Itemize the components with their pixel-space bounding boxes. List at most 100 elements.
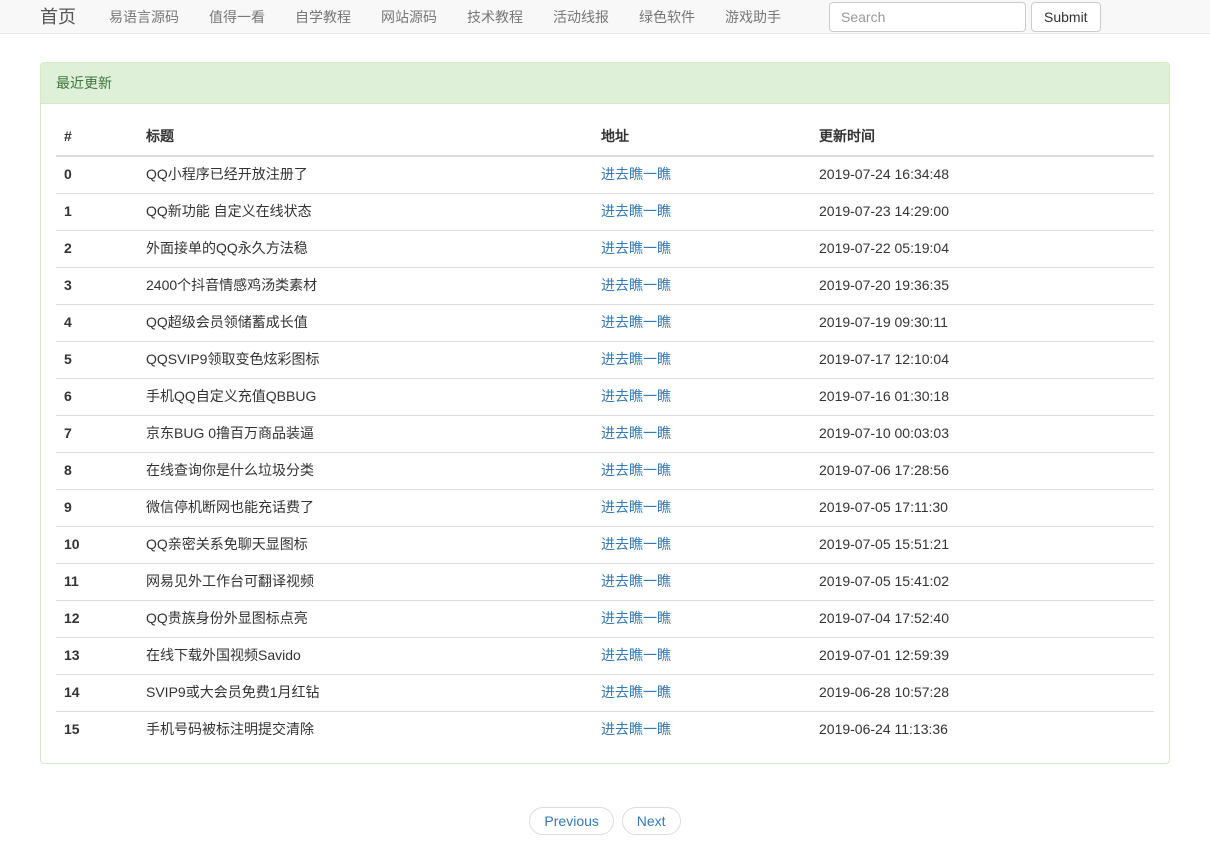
nav-item: 值得一看 (194, 0, 280, 34)
row-update-time: 2019-07-05 15:41:02 (811, 563, 1154, 600)
nav-link[interactable]: 活动线报 (538, 0, 624, 34)
table-row: 12QQ贵族身份外显图标点亮进去瞧一瞧 2019-07-04 17:52:40 (56, 600, 1154, 637)
table-row: 5QQSVIP9领取变色炫彩图标进去瞧一瞧 2019-07-17 12:10:04 (56, 341, 1154, 378)
row-link[interactable]: 进去瞧一瞧 (601, 314, 671, 330)
navbar-search-form: Submit (829, 2, 1101, 32)
row-title: QQ贵族身份外显图标点亮 (138, 600, 593, 637)
row-update-time: 2019-06-28 10:57:28 (811, 674, 1154, 711)
table-row: 7京东BUG 0撸百万商品装逼进去瞧一瞧2019-07-10 00:03:03 (56, 415, 1154, 452)
navbar: 首页 易语言源码值得一看自学教程网站源码技术教程活动线报绿色软件游戏助手 Sub… (0, 0, 1210, 34)
header-address: 地址 (593, 119, 811, 156)
row-link-cell: 进去瞧一瞧 (593, 526, 811, 563)
row-update-time: 2019-07-05 17:11:30 (811, 489, 1154, 526)
row-title: 手机QQ自定义充值QBBUG (138, 378, 593, 415)
row-link[interactable]: 进去瞧一瞧 (601, 721, 671, 737)
table-row: 6手机QQ自定义充值QBBUG进去瞧一瞧2019-07-16 01:30:18 (56, 378, 1154, 415)
row-index: 3 (56, 267, 138, 304)
row-title: 在线下载外国视频Savido (138, 637, 593, 674)
nav-link[interactable]: 绿色软件 (624, 0, 710, 34)
nav-item: 易语言源码 (94, 0, 194, 34)
row-link[interactable]: 进去瞧一瞧 (601, 647, 671, 663)
row-index: 7 (56, 415, 138, 452)
row-link-cell: 进去瞧一瞧 (593, 600, 811, 637)
table-row: 1QQ新功能 自定义在线状态进去瞧一瞧2019-07-23 14:29:00 (56, 193, 1154, 230)
nav-item: 绿色软件 (624, 0, 710, 34)
row-link[interactable]: 进去瞧一瞧 (601, 536, 671, 552)
row-link[interactable]: 进去瞧一瞧 (601, 573, 671, 589)
row-index: 12 (56, 600, 138, 637)
row-index: 9 (56, 489, 138, 526)
table-row: 10QQ亲密关系免聊天显图标进去瞧一瞧2019-07-05 15:51:21 (56, 526, 1154, 563)
row-title: 在线查询你是什么垃圾分类 (138, 452, 593, 489)
row-index: 11 (56, 563, 138, 600)
row-update-time: 2019-07-10 00:03:03 (811, 415, 1154, 452)
row-index: 14 (56, 674, 138, 711)
nav-item: 技术教程 (452, 0, 538, 34)
row-link-cell: 进去瞧一瞧 (593, 193, 811, 230)
header-update-time: 更新时间 (811, 119, 1154, 156)
nav-link[interactable]: 值得一看 (194, 0, 280, 34)
table-row: 11网易见外工作台可翻译视频进去瞧一瞧2019-07-05 15:41:02 (56, 563, 1154, 600)
row-index: 1 (56, 193, 138, 230)
row-update-time: 2019-07-05 15:51:21 (811, 526, 1154, 563)
table-header-row: # 标题 地址 更新时间 (56, 119, 1154, 156)
row-link[interactable]: 进去瞧一瞧 (601, 462, 671, 478)
row-link[interactable]: 进去瞧一瞧 (601, 684, 671, 700)
nav-item: 活动线报 (538, 0, 624, 34)
row-title: 微信停机断网也能充话费了 (138, 489, 593, 526)
row-link[interactable]: 进去瞧一瞧 (601, 203, 671, 219)
table-row: 13在线下载外国视频Savido进去瞧一瞧2019-07-01 12:59:39 (56, 637, 1154, 674)
nav-link[interactable]: 技术教程 (452, 0, 538, 34)
recent-updates-panel: 最近更新 # 标题 地址 更新时间 0QQ小程序已经开放注册了进去瞧一瞧2019… (40, 62, 1170, 764)
previous-button[interactable]: Previous (529, 807, 613, 835)
row-title: QQ小程序已经开放注册了 (138, 156, 593, 193)
row-update-time: 2019-07-22 05:19:04 (811, 230, 1154, 267)
row-link[interactable]: 进去瞧一瞧 (601, 499, 671, 515)
submit-button[interactable]: Submit (1031, 2, 1101, 32)
row-update-time: 2019-07-01 12:59:39 (811, 637, 1154, 674)
row-link-cell: 进去瞧一瞧 (593, 415, 811, 452)
row-index: 4 (56, 304, 138, 341)
nav-link[interactable]: 网站源码 (366, 0, 452, 34)
row-title: 2400个抖音情感鸡汤类素材 (138, 267, 593, 304)
row-title: 外面接单的QQ永久方法稳 (138, 230, 593, 267)
row-index: 0 (56, 156, 138, 193)
row-update-time: 2019-07-06 17:28:56 (811, 452, 1154, 489)
row-link-cell: 进去瞧一瞧 (593, 230, 811, 267)
nav-item: 游戏助手 (710, 0, 796, 34)
row-index: 5 (56, 341, 138, 378)
row-update-time: 2019-07-17 12:10:04 (811, 341, 1154, 378)
row-link[interactable]: 进去瞧一瞧 (601, 388, 671, 404)
row-link-cell: 进去瞧一瞧 (593, 563, 811, 600)
row-link[interactable]: 进去瞧一瞧 (601, 610, 671, 626)
table-row: 8在线查询你是什么垃圾分类进去瞧一瞧2019-07-06 17:28:56 (56, 452, 1154, 489)
updates-table: # 标题 地址 更新时间 0QQ小程序已经开放注册了进去瞧一瞧2019-07-2… (56, 119, 1154, 748)
row-link-cell: 进去瞧一瞧 (593, 341, 811, 378)
row-update-time: 2019-07-04 17:52:40 (811, 600, 1154, 637)
row-link[interactable]: 进去瞧一瞧 (601, 166, 671, 182)
row-link[interactable]: 进去瞧一瞧 (601, 277, 671, 293)
row-title: QQSVIP9领取变色炫彩图标 (138, 341, 593, 378)
nav-link[interactable]: 易语言源码 (94, 0, 194, 34)
row-link[interactable]: 进去瞧一瞧 (601, 425, 671, 441)
header-title: 标题 (138, 119, 593, 156)
row-link-cell: 进去瞧一瞧 (593, 267, 811, 304)
panel-title: 最近更新 (41, 63, 1169, 104)
row-link[interactable]: 进去瞧一瞧 (601, 240, 671, 256)
navbar-brand-home[interactable]: 首页 (40, 0, 76, 34)
nav-link[interactable]: 自学教程 (280, 0, 366, 34)
row-title: SVIP9或大会员免费1月红钻 (138, 674, 593, 711)
row-title: 手机号码被标注明提交清除 (138, 711, 593, 747)
pagination: Previous Next (40, 807, 1170, 845)
search-input[interactable] (829, 2, 1026, 32)
row-link[interactable]: 进去瞧一瞧 (601, 351, 671, 367)
row-update-time: 2019-07-19 09:30:11 (811, 304, 1154, 341)
next-button[interactable]: Next (622, 807, 681, 835)
row-index: 6 (56, 378, 138, 415)
row-update-time: 2019-07-20 19:36:35 (811, 267, 1154, 304)
header-index: # (56, 119, 138, 156)
main-container: 最近更新 # 标题 地址 更新时间 0QQ小程序已经开放注册了进去瞧一瞧2019… (40, 62, 1170, 845)
nav-link[interactable]: 游戏助手 (710, 0, 796, 34)
row-update-time: 2019-07-23 14:29:00 (811, 193, 1154, 230)
row-title: QQ亲密关系免聊天显图标 (138, 526, 593, 563)
